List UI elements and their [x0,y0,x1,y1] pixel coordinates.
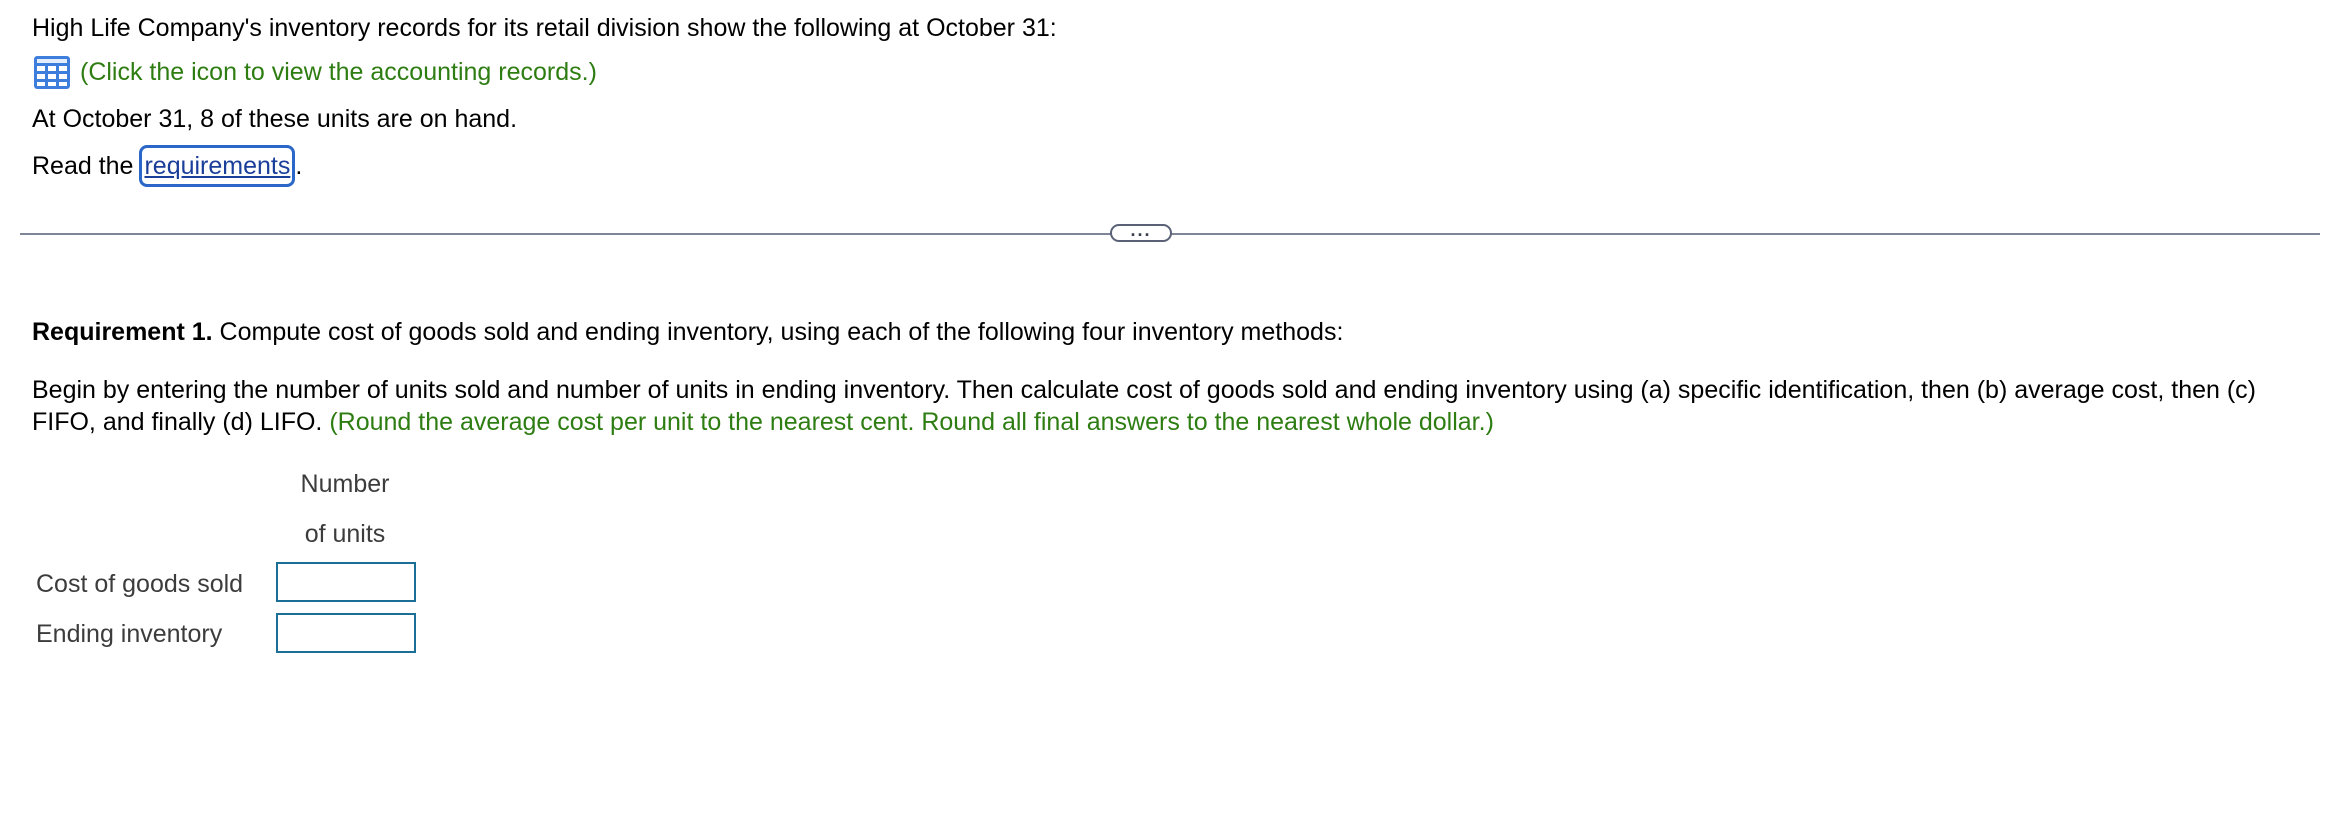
requirement-1-label: Requirement 1. [32,318,213,346]
requirement-1-heading: Requirement 1. Compute cost of goods sol… [32,314,1343,350]
row-label-ending-inventory: Ending inventory [36,620,223,648]
requirements-link[interactable]: requirements [139,145,296,187]
instructions: Begin by entering the number of units so… [32,374,2322,438]
cogs-units-input[interactable] [276,562,416,602]
units-table: Number of units Cost of goods sold Endin… [0,466,460,666]
more-dots-icon: ... [1130,220,1152,240]
problem-intro: High Life Company's inventory records fo… [32,10,2320,190]
ending-inventory-units-input[interactable] [276,613,416,653]
read-requirements-row: Read the requirements . [32,142,2320,190]
divider-expand-handle[interactable]: ... [1110,220,1172,242]
read-suffix: . [295,152,303,180]
accounting-records-link-row: (Click the icon to view the accounting r… [32,50,2320,94]
rounding-note: (Round the average cost per unit to the … [329,408,1494,436]
units-on-hand-text: At October 31, 8 of these units are on h… [32,105,518,133]
row-label-cost-of-goods-sold: Cost of goods sold [36,570,244,598]
read-prefix: Read the [32,152,134,180]
table-grid-icon[interactable] [34,55,70,89]
requirement-1-text: Compute cost of goods sold and ending in… [212,318,1344,346]
column-header-number: Number [300,470,390,498]
intro-text: High Life Company's inventory records fo… [32,14,1057,42]
column-header-of-units: of units [304,520,386,548]
accounting-records-hint: (Click the icon to view the accounting r… [80,58,597,86]
